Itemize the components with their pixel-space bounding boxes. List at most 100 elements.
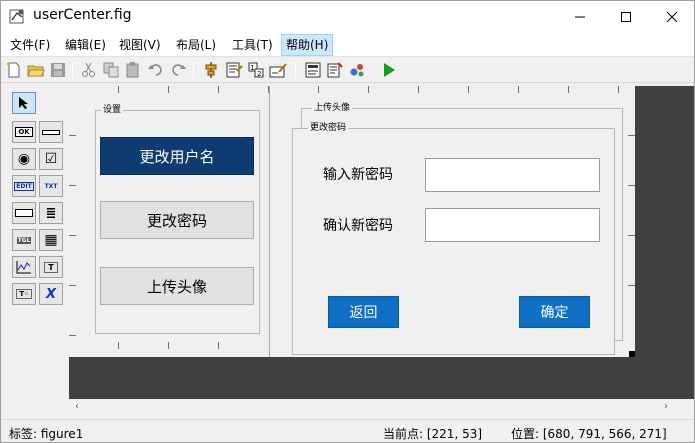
close-icon [667, 11, 677, 22]
popup-menu-tool[interactable] [12, 202, 36, 224]
status-position: 位置: [680, 791, 566, 271] [511, 427, 667, 441]
activex-tool[interactable]: X [39, 283, 63, 305]
radio-icon: ◉ [17, 151, 31, 167]
grid-tick [628, 285, 635, 286]
cut-icon[interactable] [80, 61, 98, 79]
slider-tool[interactable] [39, 121, 63, 143]
back-button[interactable]: 返回 [328, 296, 399, 328]
pushbutton-tool[interactable]: OK [12, 121, 36, 143]
new-file-icon[interactable] [5, 61, 23, 79]
layout-divider [269, 86, 270, 357]
toggle-button-tool[interactable]: TGL [12, 229, 36, 251]
button-group-icon: T◦ [16, 289, 32, 299]
window-title: userCenter.fig [33, 7, 132, 23]
title-bar: userCenter.fig [1, 1, 694, 32]
listbox-icon: ≣ [45, 205, 57, 221]
open-folder-icon[interactable] [27, 61, 45, 79]
select-arrow-tool[interactable] [12, 92, 36, 114]
static-text-tool[interactable]: TXT [39, 175, 63, 197]
change-username-button[interactable]: 更改用户名 [100, 137, 254, 175]
change-password-panel[interactable]: 更改密码 输入新密码 确认新密码 返回 确定 [292, 123, 615, 355]
table-icon: ▦ [44, 232, 58, 248]
grid-tick [618, 86, 619, 93]
layout-canvas: 设置 更改用户名 更改密码 上传头像 上传头像 更改密码 输入新密码 确认新密码… [69, 86, 694, 399]
grid-tick [118, 342, 119, 349]
resize-handle[interactable] [629, 351, 635, 357]
grid-tick [368, 86, 369, 93]
scroll-right-icon[interactable]: › [664, 401, 668, 412]
upload-avatar-button[interactable]: 上传头像 [100, 267, 254, 305]
app-icon [9, 9, 24, 24]
change-password-button[interactable]: 更改密码 [100, 201, 254, 239]
grid-tick [318, 86, 319, 93]
grid-tick [218, 86, 219, 93]
toolbar: 12 [1, 58, 694, 83]
table-tool[interactable]: ▦ [39, 229, 63, 251]
editor-icon[interactable] [304, 61, 322, 79]
new-password-field[interactable] [425, 158, 600, 192]
maximize-button[interactable] [603, 1, 649, 32]
status-bar: 标签: figure1 当前点: [221, 53] 位置: [680, 791… [1, 419, 694, 442]
panel-tool[interactable]: T [39, 256, 63, 278]
grid-tick [628, 135, 635, 136]
horizontal-scrollbar[interactable]: ‹ › [69, 399, 694, 414]
status-current-point: 当前点: [221, 53] [383, 427, 483, 441]
grid-tick [69, 185, 76, 186]
status-tag: 标签: figure1 [9, 427, 84, 441]
figure-area[interactable]: 设置 更改用户名 更改密码 上传头像 上传头像 更改密码 输入新密码 确认新密码… [69, 86, 635, 357]
grid-tick [568, 86, 569, 93]
toolbar-editor-icon[interactable] [269, 61, 287, 79]
run-icon[interactable] [380, 61, 398, 79]
edit-text-tool[interactable]: EDIT [12, 175, 36, 197]
grid-tick [168, 86, 169, 93]
align-icon[interactable] [202, 61, 220, 79]
grid-tick [628, 185, 635, 186]
popup-menu-icon [15, 209, 33, 217]
listbox-tool[interactable]: ≣ [39, 202, 63, 224]
tab-order-icon[interactable]: 12 [247, 61, 265, 79]
menu-bar: 文件(F) 编辑(E) 视图(V) 布局(L) 工具(T) 帮助(H) [1, 32, 694, 57]
slider-icon [42, 129, 60, 135]
checkbox-icon: ☑ [44, 151, 58, 167]
confirm-password-field[interactable] [425, 208, 600, 242]
svg-text:2: 2 [257, 70, 261, 78]
axes-tool[interactable] [12, 256, 36, 278]
save-icon[interactable] [49, 61, 67, 79]
grid-tick [69, 335, 76, 336]
activex-icon: X [45, 286, 57, 302]
radio-button-tool[interactable]: ◉ [12, 148, 36, 170]
menu-view[interactable]: 视图(V) [115, 35, 165, 55]
grid-tick [69, 135, 76, 136]
confirm-password-label: 确认新密码 [323, 218, 393, 234]
axes-icon [16, 261, 31, 274]
scroll-left-icon[interactable]: ‹ [75, 401, 79, 412]
static-text-icon: TXT [44, 182, 58, 190]
confirm-button[interactable]: 确定 [519, 296, 590, 328]
upload-avatar-panel-title: 上传头像 [312, 103, 353, 113]
button-group-tool[interactable]: T◦ [12, 283, 36, 305]
grid-tick [118, 86, 119, 93]
menu-file[interactable]: 文件(F) [6, 35, 54, 55]
redo-icon[interactable] [169, 61, 187, 79]
object-browser-icon[interactable] [348, 61, 366, 79]
change-password-panel-title: 更改密码 [308, 123, 349, 133]
minimize-icon [575, 16, 585, 17]
menu-editor-icon[interactable] [225, 61, 243, 79]
toolbar-separator [193, 62, 194, 79]
property-inspector-icon[interactable] [326, 61, 344, 79]
menu-edit[interactable]: 编辑(E) [61, 35, 110, 55]
checkbox-tool[interactable]: ☑ [39, 148, 63, 170]
svg-text:1: 1 [250, 64, 254, 72]
minimize-button[interactable] [557, 1, 603, 32]
copy-icon[interactable] [102, 61, 120, 79]
grid-tick [518, 86, 519, 93]
close-button[interactable] [649, 1, 694, 32]
menu-tools[interactable]: 工具(T) [228, 35, 277, 55]
cursor-arrow-icon [19, 97, 28, 109]
undo-icon[interactable] [147, 61, 165, 79]
grid-tick [418, 86, 419, 93]
new-password-label: 输入新密码 [323, 167, 393, 183]
menu-help[interactable]: 帮助(H) [281, 34, 334, 56]
menu-layout[interactable]: 布局(L) [172, 35, 220, 55]
paste-icon[interactable] [124, 61, 142, 79]
